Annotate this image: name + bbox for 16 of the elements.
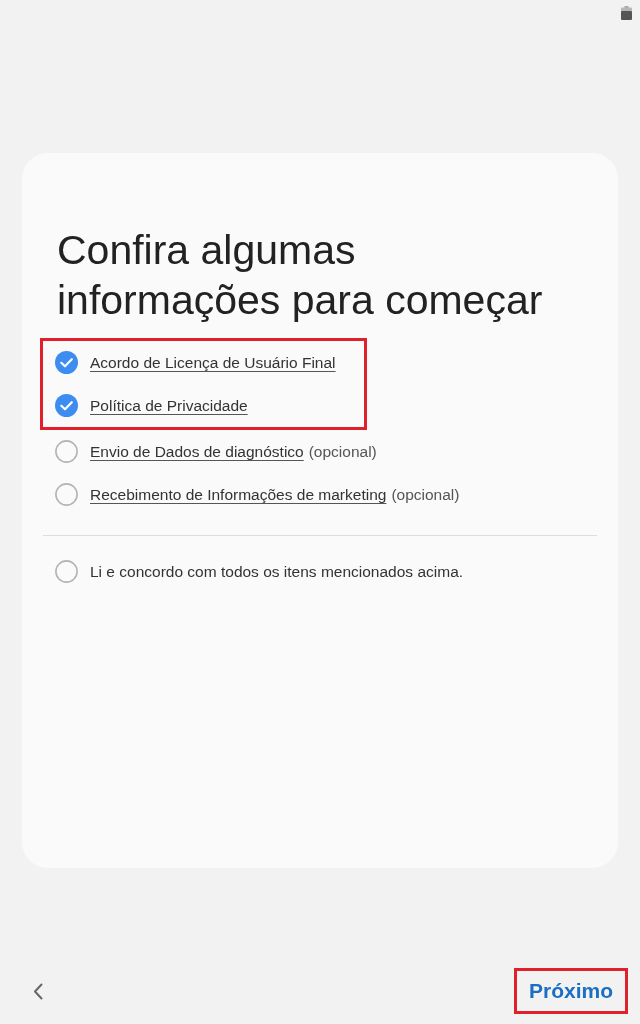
terms-link[interactable]: Envio de Dados de diagnóstico <box>90 439 304 464</box>
terms-link[interactable]: Acordo de Licença de Usuário Final <box>90 350 336 375</box>
terms-link[interactable]: Recebimento de Informações de marketing <box>90 482 387 507</box>
checked-checkbox[interactable] <box>55 394 78 417</box>
battery-icon <box>621 6 632 20</box>
unchecked-checkbox[interactable] <box>55 560 78 583</box>
checkbox-label[interactable]: Li e concordo com todos os itens mencionados acima. <box>90 559 464 584</box>
chevron-left-icon <box>33 982 43 1000</box>
page-title: Confira algumas informações para começar <box>56 226 544 325</box>
next-button[interactable]: Próximo <box>516 971 625 1011</box>
checked-checkbox[interactable] <box>55 351 78 374</box>
unchecked-checkbox[interactable] <box>55 440 78 463</box>
optional-note: (opcional) <box>308 441 377 462</box>
terms-link[interactable]: Política de Privacidade <box>90 393 248 418</box>
unchecked-checkbox[interactable] <box>55 483 78 506</box>
optional-note: (opcional) <box>391 484 460 505</box>
